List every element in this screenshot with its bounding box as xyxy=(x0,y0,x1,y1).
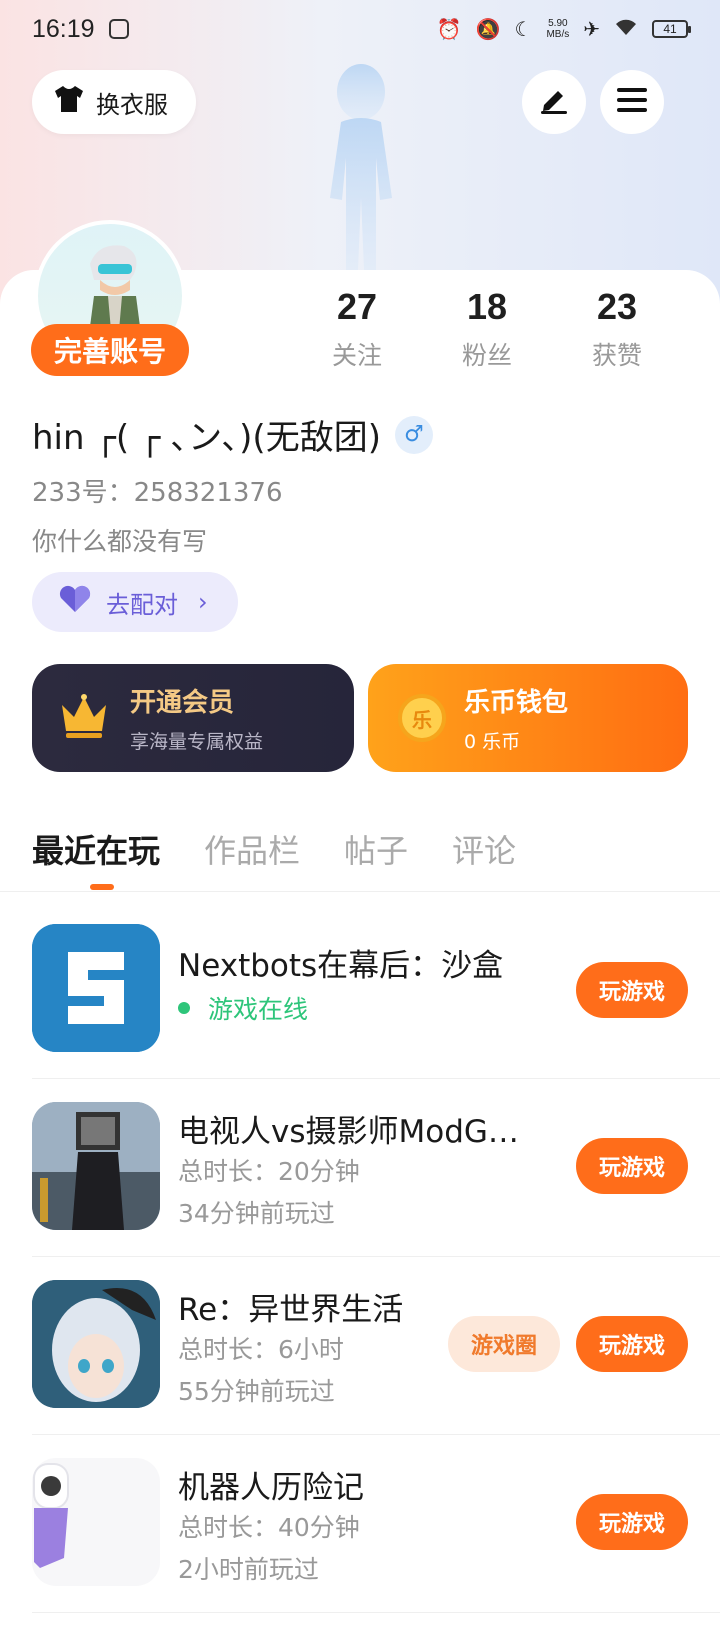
crown-icon xyxy=(58,693,110,743)
match-button[interactable]: 去配对 › xyxy=(32,572,238,632)
bio: 你什么都没有写 xyxy=(32,527,208,556)
tab-recent[interactable]: 最近在玩 xyxy=(32,826,160,872)
vip-title: 开通会员 xyxy=(130,688,235,718)
tshirt-icon xyxy=(52,84,86,120)
menu-icon xyxy=(617,87,647,117)
alarm-icon: ⏰ xyxy=(436,17,462,41)
game-row-rezero[interactable]: Re：异世界生活 总时长：6小时 55分钟前玩过 游戏圈 玩游戏 xyxy=(32,1280,720,1456)
stat-value: 27 xyxy=(336,286,378,327)
coin-icon: 乐 xyxy=(398,694,446,742)
play-button[interactable]: 玩游戏 xyxy=(576,1316,688,1372)
wardrobe-label: 换衣服 xyxy=(96,90,168,119)
tab-posts[interactable]: 帖子 xyxy=(344,826,408,872)
menu-button[interactable] xyxy=(600,70,664,134)
game-icon-robot xyxy=(32,1458,160,1586)
game-last-played: 2小时前玩过 xyxy=(178,1555,319,1584)
divider xyxy=(32,1256,720,1257)
profile-tabs: 最近在玩 作品栏 帖子 评论 xyxy=(32,826,516,872)
stat-following[interactable]: 27 关注 xyxy=(297,286,417,372)
play-button[interactable]: 玩游戏 xyxy=(576,1138,688,1194)
user-id: 233号：258321376 xyxy=(32,478,283,508)
divider xyxy=(32,1434,720,1435)
complete-account-button[interactable]: 完善账号 xyxy=(31,324,189,376)
game-duration: 总时长：40分钟 xyxy=(178,1513,360,1542)
game-duration: 总时长：6小时 xyxy=(178,1335,344,1364)
avatar-hologram[interactable] xyxy=(296,58,426,270)
notification-app-icon xyxy=(108,19,129,39)
match-label: 去配对 xyxy=(106,590,178,619)
game-title: 机器人历险记 xyxy=(178,1470,364,1506)
mute-icon: 🔕 xyxy=(475,17,501,41)
tab-comments[interactable]: 评论 xyxy=(452,826,516,872)
wallet-title: 乐币钱包 xyxy=(464,688,569,718)
game-last-played: 55分钟前玩过 xyxy=(178,1377,335,1406)
wallet-card[interactable]: 乐 乐币钱包 0 乐币 xyxy=(368,664,688,772)
vip-subtitle: 享海量专属权益 xyxy=(130,731,264,753)
stat-label: 关注 xyxy=(331,341,382,370)
stat-label: 粉丝 xyxy=(461,341,512,370)
male-icon: ♂ xyxy=(394,415,433,454)
stat-likes[interactable]: 23 获赞 xyxy=(557,286,677,372)
online-dot xyxy=(178,1002,190,1014)
game-online-status: 游戏在线 xyxy=(178,990,308,1026)
status-time: 16:19 xyxy=(32,14,95,43)
divider xyxy=(32,1612,720,1613)
net-speed: 5.90 MB/s xyxy=(546,18,570,40)
play-button[interactable]: 玩游戏 xyxy=(576,1494,688,1550)
game-row-robot[interactable]: 机器人历险记 总时长：40分钟 2小时前玩过 玩游戏 xyxy=(32,1458,720,1634)
game-icon-nextbots xyxy=(32,924,160,1052)
vip-card[interactable]: 开通会员 享海量专属权益 xyxy=(32,664,354,772)
moon-icon: ☾ xyxy=(514,17,533,41)
chevron-right-icon: › xyxy=(198,588,208,616)
game-row-nextbots[interactable]: Nextbots在幕后：沙盒 游戏在线 玩游戏 xyxy=(32,924,720,1100)
stat-label: 获赞 xyxy=(591,341,642,370)
game-icon-rezero xyxy=(32,1280,160,1408)
game-title: 电视人vs摄影师ModG… xyxy=(178,1114,519,1150)
airplane-icon: ✈ xyxy=(583,17,600,41)
game-icon-tvman xyxy=(32,1102,160,1230)
wifi-icon xyxy=(614,17,638,41)
tab-indicator xyxy=(90,884,114,890)
heart-icon xyxy=(58,585,92,619)
divider xyxy=(0,891,720,892)
pen-icon xyxy=(538,85,570,119)
tab-works[interactable]: 作品栏 xyxy=(204,826,300,872)
stat-value: 23 xyxy=(596,286,638,327)
stat-value: 18 xyxy=(466,286,508,327)
divider xyxy=(32,1078,720,1079)
nickname: hin ┌( ┌ ､ン､)(无敌团) xyxy=(32,418,381,458)
play-button[interactable]: 玩游戏 xyxy=(576,962,688,1018)
edit-profile-button[interactable] xyxy=(522,70,586,134)
game-last-played: 34分钟前玩过 xyxy=(178,1199,335,1228)
game-duration: 总时长：20分钟 xyxy=(178,1157,360,1186)
nickname-row: hin ┌( ┌ ､ン､)(无敌团) ♂ xyxy=(32,410,433,459)
wallet-balance: 0 乐币 xyxy=(464,731,521,753)
stat-followers[interactable]: 18 粉丝 xyxy=(427,286,547,372)
status-bar: 16:19 ⏰ 🔕 ☾ 5.90 MB/s ✈ 41 xyxy=(0,0,720,58)
game-circle-button[interactable]: 游戏圈 xyxy=(448,1316,560,1372)
wardrobe-button[interactable]: 换衣服 xyxy=(32,70,196,134)
battery-icon: 41 xyxy=(652,20,691,38)
game-title: Re：异世界生活 xyxy=(178,1292,404,1328)
game-title: Nextbots在幕后：沙盒 xyxy=(178,948,504,984)
game-row-tvman[interactable]: 电视人vs摄影师ModG… 总时长：20分钟 34分钟前玩过 玩游戏 xyxy=(32,1102,720,1278)
